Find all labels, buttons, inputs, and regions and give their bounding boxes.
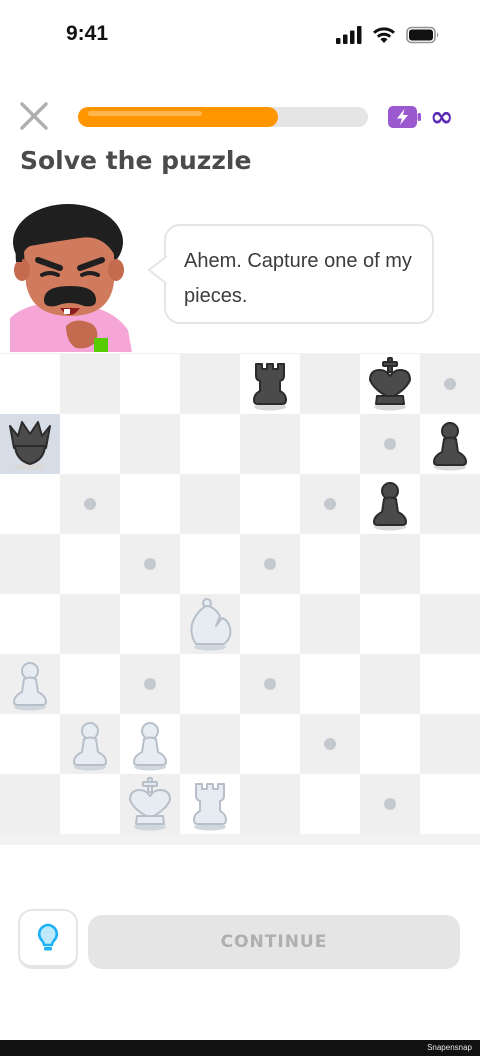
- white-pawn-c2[interactable]: [120, 714, 180, 774]
- status-time: 9:41: [66, 22, 109, 45]
- black-pawn-g6[interactable]: [360, 474, 420, 534]
- square-d5[interactable]: [180, 534, 240, 594]
- square-h3[interactable]: [420, 654, 480, 714]
- square-c4[interactable]: [120, 594, 180, 654]
- square-g4[interactable]: [360, 594, 420, 654]
- square-f8[interactable]: [300, 354, 360, 414]
- speech-bubble-tail: [148, 255, 168, 285]
- watermark: Snapensnap: [427, 1043, 472, 1052]
- square-e2[interactable]: [240, 714, 300, 774]
- white-rook-d1[interactable]: [180, 774, 240, 834]
- status-icons: [336, 26, 440, 44]
- black-pawn-h7[interactable]: [420, 414, 480, 474]
- move-dot-f2[interactable]: [324, 738, 336, 750]
- progress-fill: [78, 107, 279, 127]
- move-dot-b6[interactable]: [84, 498, 96, 510]
- square-b5[interactable]: [60, 534, 120, 594]
- black-queen-a7[interactable]: [0, 414, 60, 474]
- move-dot-c3[interactable]: [144, 678, 156, 690]
- square-d6[interactable]: [180, 474, 240, 534]
- black-king-g8[interactable]: [360, 354, 420, 414]
- square-h5[interactable]: [420, 534, 480, 594]
- white-pawn-a3[interactable]: [0, 654, 60, 714]
- signal-icon: [336, 26, 362, 44]
- square-e7[interactable]: [240, 414, 300, 474]
- square-a5[interactable]: [0, 534, 60, 594]
- status-bar: 9:41: [0, 0, 480, 72]
- square-c6[interactable]: [120, 474, 180, 534]
- lesson-header: ∞: [0, 100, 480, 136]
- character-avatar: [10, 200, 140, 352]
- white-knight-d4[interactable]: [180, 594, 240, 654]
- progress-bar: [78, 107, 368, 127]
- page-title: Solve the puzzle: [20, 146, 252, 175]
- square-e6[interactable]: [240, 474, 300, 534]
- white-pawn-b2[interactable]: [60, 714, 120, 774]
- square-a6[interactable]: [0, 474, 60, 534]
- square-f3[interactable]: [300, 654, 360, 714]
- speech-bubble: Ahem. Capture one of my pieces.: [164, 224, 434, 324]
- square-f1[interactable]: [300, 774, 360, 834]
- speech-bubble-text: Ahem. Capture one of my pieces.: [184, 250, 412, 307]
- energy-infinity: ∞: [430, 100, 454, 133]
- wifi-icon: [373, 27, 395, 43]
- square-d3[interactable]: [180, 654, 240, 714]
- black-rook-e8[interactable]: [240, 354, 300, 414]
- move-dot-h8[interactable]: [444, 378, 456, 390]
- square-c8[interactable]: [120, 354, 180, 414]
- square-a1[interactable]: [0, 774, 60, 834]
- square-h6[interactable]: [420, 474, 480, 534]
- square-f5[interactable]: [300, 534, 360, 594]
- square-h1[interactable]: [420, 774, 480, 834]
- continue-button[interactable]: CONTINUE: [88, 915, 460, 969]
- square-g2[interactable]: [360, 714, 420, 774]
- square-h4[interactable]: [420, 594, 480, 654]
- lightbulb-icon: [37, 923, 59, 951]
- square-a4[interactable]: [0, 594, 60, 654]
- energy-indicator[interactable]: ∞: [388, 100, 454, 133]
- move-dot-f6[interactable]: [324, 498, 336, 510]
- move-dot-c5[interactable]: [144, 558, 156, 570]
- square-b8[interactable]: [60, 354, 120, 414]
- square-b3[interactable]: [60, 654, 120, 714]
- square-b7[interactable]: [60, 414, 120, 474]
- square-e4[interactable]: [240, 594, 300, 654]
- square-c7[interactable]: [120, 414, 180, 474]
- square-d2[interactable]: [180, 714, 240, 774]
- move-dot-e3[interactable]: [264, 678, 276, 690]
- close-button[interactable]: [18, 100, 50, 132]
- square-e1[interactable]: [240, 774, 300, 834]
- energy-battery-icon: [388, 106, 421, 128]
- square-g5[interactable]: [360, 534, 420, 594]
- square-g3[interactable]: [360, 654, 420, 714]
- chess-board[interactable]: [0, 354, 480, 834]
- move-dot-g1[interactable]: [384, 798, 396, 810]
- square-f7[interactable]: [300, 414, 360, 474]
- footer-bar: Snapensnap: [0, 1040, 480, 1056]
- square-f4[interactable]: [300, 594, 360, 654]
- white-king-c1[interactable]: [120, 774, 180, 834]
- hint-button[interactable]: [18, 909, 78, 969]
- move-dot-g7[interactable]: [384, 438, 396, 450]
- move-dot-e5[interactable]: [264, 558, 276, 570]
- square-d7[interactable]: [180, 414, 240, 474]
- square-d8[interactable]: [180, 354, 240, 414]
- square-h2[interactable]: [420, 714, 480, 774]
- chess-board-area: [0, 353, 480, 845]
- close-icon: [20, 102, 48, 130]
- square-b1[interactable]: [60, 774, 120, 834]
- square-a8[interactable]: [0, 354, 60, 414]
- square-b4[interactable]: [60, 594, 120, 654]
- square-a2[interactable]: [0, 714, 60, 774]
- battery-icon: [406, 26, 439, 44]
